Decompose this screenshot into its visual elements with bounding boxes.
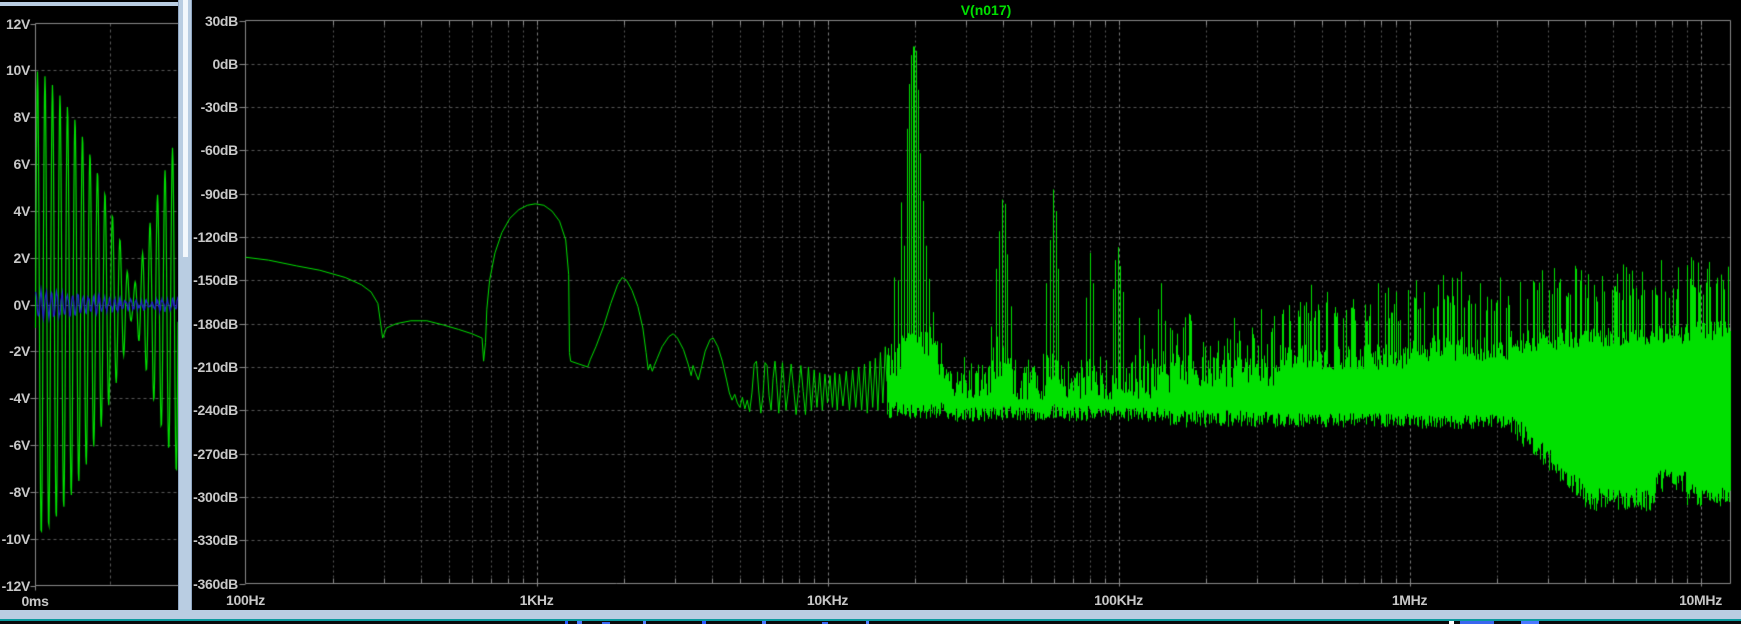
fft-x-tick-label: 100KHz xyxy=(1094,592,1143,608)
transient-y-tick-label: -8V xyxy=(9,483,30,500)
transient-y-tick-label: 12V xyxy=(5,15,30,32)
fft-plot-pane: 30dB 0dB -30dB -60dB -90dB -120dB -150dB -180dB… xyxy=(192,0,1741,610)
fft-y-tick-label: -120dB xyxy=(193,229,238,246)
transient-y-tick-label: -10V xyxy=(1,530,31,547)
fft-x-tick-label: 10MHz xyxy=(1679,592,1722,608)
transient-y-tick-label: 10V xyxy=(5,62,30,79)
transient-plot-pane: 12V 10V 8V 6V 4V 2V 0V -2V -4V -6V -8V -10V -12V 0ms xyxy=(0,0,178,610)
fft-y-tick-label: 0dB xyxy=(212,55,238,72)
left-pane-top-border xyxy=(0,2,178,6)
fft-y-tick-label: -150dB xyxy=(193,272,238,289)
transient-y-tick-label: 4V xyxy=(13,202,30,219)
fft-y-tick-label: -240dB xyxy=(193,402,238,419)
fft-y-tick-label: -360dB xyxy=(193,575,238,592)
transient-y-tick-label: 6V xyxy=(13,156,30,172)
transient-y-tick-label: -12V xyxy=(1,577,31,594)
transient-x-tick-label: 0ms xyxy=(21,593,49,609)
waveform-viewer: 12V 10V 8V 6V 4V 2V 0V -2V -4V -6V -8V -10V -12V 0ms… xyxy=(0,0,1741,624)
fft-y-tick-label: -210dB xyxy=(193,358,238,375)
window-bottom-border xyxy=(0,610,1741,619)
fft-trace-title[interactable]: V(n017) xyxy=(906,2,1066,18)
fft-y-tick-label: -180dB xyxy=(193,315,238,332)
fft-y-tick-label: -60dB xyxy=(200,142,239,159)
transient-y-tick-label: -6V xyxy=(9,437,30,453)
fft-x-tick-label: 1KHz xyxy=(519,592,554,608)
transient-y-tick-label: 0V xyxy=(13,296,30,313)
pane-splitter[interactable] xyxy=(178,0,192,610)
fft-x-tick-label: 10KHz xyxy=(806,592,849,608)
fft-y-tick-label: -270dB xyxy=(193,445,238,462)
fft-y-tick-label: -90dB xyxy=(200,185,239,202)
fft-plot-canvas[interactable] xyxy=(192,0,1741,610)
splitter-highlight xyxy=(183,0,188,257)
transient-y-tick-label: -2V xyxy=(9,343,30,360)
fft-x-tick-label: 100Hz xyxy=(226,592,265,608)
fft-y-tick-label: 30dB xyxy=(204,12,238,29)
fft-y-tick-label: -330dB xyxy=(193,532,238,549)
fft-x-tick-label: 1MHz xyxy=(1391,592,1428,608)
fft-y-tick-label: -300dB xyxy=(193,488,238,505)
transient-y-tick-label: -4V xyxy=(9,390,30,407)
transient-y-tick-label: 8V xyxy=(13,109,30,126)
transient-y-tick-label: 2V xyxy=(13,249,30,266)
fft-y-tick-label: -30dB xyxy=(200,99,239,116)
